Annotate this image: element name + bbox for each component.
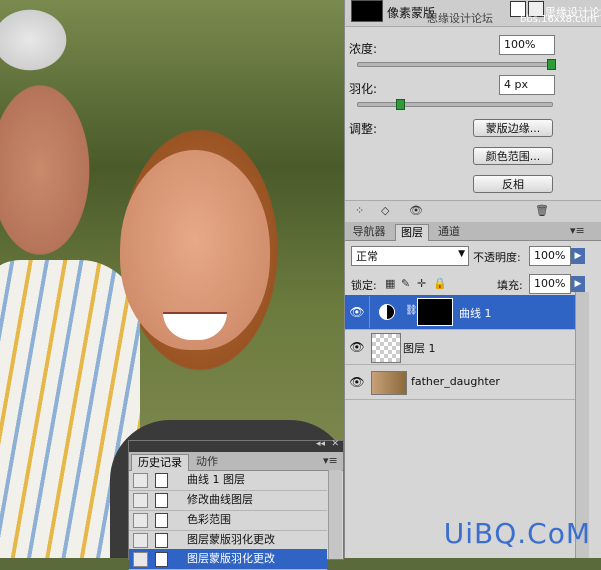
lock-all-icon[interactable]: 🔒 bbox=[433, 277, 447, 291]
history-state-icon bbox=[155, 473, 168, 488]
lock-label: 锁定: bbox=[351, 279, 377, 292]
density-slider-track[interactable] bbox=[357, 62, 553, 67]
trash-icon[interactable]: 🗑 bbox=[535, 204, 549, 218]
masks-panel-header: 像素蒙版 思缘设计论坛 思缘设计论坛 bbs.16xx8.com bbox=[345, 0, 601, 27]
link-chain-icon[interactable]: ⛓ bbox=[405, 305, 418, 316]
fill-label: 填充: bbox=[497, 279, 523, 292]
snapshot-source-box[interactable] bbox=[133, 533, 148, 548]
opacity-input[interactable]: 100% bbox=[529, 246, 571, 266]
layers-panel-tabs: 导航器 图层 通道 ▾≡ bbox=[345, 222, 601, 241]
visibility-eye-icon[interactable]: 👁 bbox=[349, 339, 365, 355]
layers-panel: 导航器 图层 通道 ▾≡ 正常 ▼ 不透明度: 100% ▶ 锁定: ▦ ✎ ✛… bbox=[344, 222, 601, 558]
feather-label: 羽化: bbox=[349, 82, 378, 96]
history-item-label: 曲线 1 图层 bbox=[187, 473, 245, 486]
history-state-icon bbox=[155, 493, 168, 508]
masks-panel-iconbar: ⁘ ◇ 👁 🗑 bbox=[345, 200, 601, 223]
lock-pixels-icon[interactable]: ✎ bbox=[401, 277, 410, 291]
lock-transparency-icon[interactable]: ▦ bbox=[385, 277, 395, 291]
history-panel: ◂◂ ✕ 历史记录 动作 ▾≡ 曲线 1 图层 修改曲线图层 色彩范围 图层蒙版… bbox=[128, 439, 344, 570]
density-slider-knob[interactable] bbox=[547, 59, 556, 70]
tab-history[interactable]: 历史记录 bbox=[131, 454, 189, 471]
history-state-icon bbox=[155, 552, 168, 567]
layer-mask-thumbnail[interactable] bbox=[417, 298, 453, 326]
feather-input[interactable]: 4 px bbox=[499, 75, 555, 95]
tab-channels[interactable]: 通道 bbox=[431, 224, 467, 240]
history-state-icon bbox=[155, 513, 168, 528]
color-range-button[interactable]: 颜色范围... bbox=[473, 147, 553, 165]
snapshot-source-box[interactable] bbox=[133, 473, 148, 488]
layer-thumbnail bbox=[371, 333, 401, 363]
mask-thumbnail[interactable] bbox=[351, 0, 383, 22]
history-scrollbar[interactable] bbox=[328, 470, 342, 559]
layer-name: 图层 1 bbox=[403, 342, 436, 355]
opacity-arrow-button[interactable]: ▶ bbox=[571, 248, 585, 264]
tab-actions[interactable]: 动作 bbox=[191, 454, 223, 470]
tab-layers[interactable]: 图层 bbox=[395, 224, 429, 241]
history-item[interactable]: 曲线 1 图层 bbox=[129, 470, 327, 491]
panel-menu-icon[interactable]: ▾≡ bbox=[323, 454, 338, 468]
layer-name: father_daughter bbox=[411, 375, 500, 388]
invert-button[interactable]: 反相 bbox=[473, 175, 553, 193]
history-item[interactable]: 图层蒙版羽化更改 bbox=[129, 530, 327, 551]
history-item[interactable]: 色彩范围 bbox=[129, 510, 327, 531]
fill-input[interactable]: 100% bbox=[529, 274, 571, 294]
adjustment-layer-icon bbox=[379, 304, 395, 320]
divider bbox=[369, 296, 370, 328]
mask-edge-button[interactable]: 蒙版边缘... bbox=[473, 119, 553, 137]
visibility-eye-icon[interactable]: 👁 bbox=[409, 204, 423, 218]
feather-slider-knob[interactable] bbox=[396, 99, 405, 110]
history-panel-tabs: 历史记录 动作 ▾≡ bbox=[129, 452, 343, 471]
chevron-down-icon: ▼ bbox=[458, 249, 465, 259]
opacity-label: 不透明度: bbox=[473, 251, 521, 264]
history-item[interactable]: 修改曲线图层 bbox=[129, 490, 327, 511]
feather-slider-track[interactable] bbox=[357, 102, 553, 107]
history-item-label: 色彩范围 bbox=[187, 513, 231, 526]
history-item-selected[interactable]: 图层蒙版羽化更改 bbox=[129, 549, 327, 570]
close-icon[interactable]: ✕ bbox=[331, 439, 339, 449]
blend-mode-select[interactable]: 正常 ▼ bbox=[351, 246, 469, 266]
apply-mask-icon[interactable]: ◇ bbox=[381, 204, 389, 218]
snapshot-source-box[interactable] bbox=[133, 513, 148, 528]
load-selection-icon[interactable]: ⁘ bbox=[355, 204, 364, 218]
snapshot-source-box[interactable] bbox=[133, 493, 148, 508]
adjust-label: 调整: bbox=[349, 122, 378, 136]
density-input[interactable]: 100% bbox=[499, 35, 555, 55]
snapshot-source-box[interactable] bbox=[133, 552, 148, 567]
layer-thumbnail bbox=[371, 371, 407, 395]
layer-father-daughter[interactable]: 👁 father_daughter bbox=[345, 365, 575, 400]
panel-menu-icon[interactable]: ▾≡ bbox=[570, 224, 585, 238]
visibility-eye-icon[interactable]: 👁 bbox=[349, 304, 365, 320]
history-state-icon bbox=[155, 533, 168, 548]
blend-mode-value: 正常 bbox=[356, 250, 378, 263]
history-item-label: 图层蒙版羽化更改 bbox=[187, 552, 275, 565]
history-item-label: 修改曲线图层 bbox=[187, 493, 253, 506]
fill-arrow-button[interactable]: ▶ bbox=[571, 276, 585, 292]
density-label: 浓度: bbox=[349, 42, 378, 56]
tab-navigator[interactable]: 导航器 bbox=[347, 224, 391, 240]
lock-position-icon[interactable]: ✛ bbox=[417, 277, 426, 291]
layer-name: 曲线 1 bbox=[459, 307, 492, 320]
history-panel-titlebar[interactable]: ◂◂ ✕ bbox=[129, 439, 343, 452]
masks-panel: 像素蒙版 思缘设计论坛 思缘设计论坛 bbs.16xx8.com 浓度: 100… bbox=[344, 0, 601, 223]
site-url: bbs.16xx8.com bbox=[520, 14, 597, 25]
history-item-label: 图层蒙版羽化更改 bbox=[187, 533, 275, 546]
site-watermark-logo: UiBQ.CoM bbox=[443, 517, 591, 550]
layer-1[interactable]: 👁 图层 1 bbox=[345, 330, 575, 365]
site-watermark-top: 思缘设计论坛 bbox=[427, 12, 493, 25]
collapse-icon[interactable]: ◂◂ bbox=[316, 439, 325, 449]
layer-curves-1[interactable]: 👁 ⛓ 曲线 1 bbox=[345, 295, 575, 330]
visibility-eye-icon[interactable]: 👁 bbox=[349, 374, 365, 390]
